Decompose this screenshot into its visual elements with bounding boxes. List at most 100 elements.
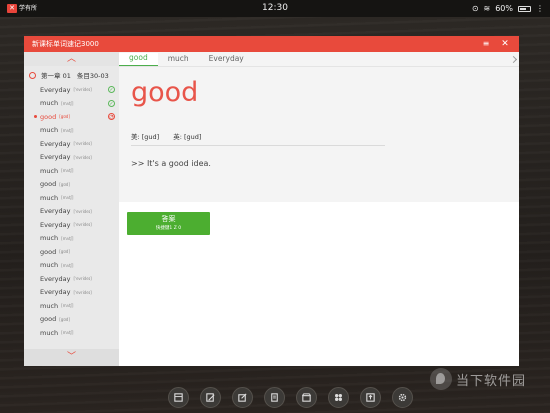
- word-list-item-word: much: [40, 261, 59, 270]
- word-list-item-phonetic: [gʊd]: [59, 181, 70, 187]
- edit-note-icon[interactable]: [200, 387, 221, 408]
- menu-button[interactable]: ≡: [479, 36, 493, 52]
- word-list-item[interactable]: much [mʌtʃ]: [24, 124, 119, 138]
- word-list-item-word: good: [40, 315, 57, 324]
- word-list-item-word: Everyday: [40, 288, 71, 297]
- word-list-item[interactable]: Everyday [ˈevrideɪ]: [24, 151, 119, 165]
- divider: [131, 145, 385, 146]
- word-list-item-phonetic: [ˈevrideɪ]: [73, 208, 92, 214]
- word-list-item-phonetic: [mʌtʃ]: [61, 127, 74, 133]
- word-list-item-phonetic: [ˈevrideɪ]: [73, 222, 92, 228]
- phonetics: 美: [gud] 英: [gud]: [131, 131, 201, 141]
- word-list-item[interactable]: good [gʊd]: [24, 178, 119, 192]
- wifi-icon: ≋: [483, 4, 491, 13]
- system-status-bar: ✕ 学有所 12:30 ⊙ ≋ 60% ⋮: [0, 0, 550, 17]
- tab-good[interactable]: good: [119, 53, 158, 66]
- status-icons: ⊙ ≋ 60% ⋮: [472, 0, 544, 17]
- answer-button[interactable]: 答案 快捷键1 Z 0: [127, 212, 210, 235]
- check-circle-icon: ✓: [108, 99, 115, 107]
- word-list-item-phonetic: [mʌtʃ]: [61, 195, 74, 201]
- answer-shortcut-hint: 快捷键1 Z 0: [155, 226, 182, 231]
- menu-icon[interactable]: ⋮: [536, 0, 544, 17]
- word-list-item-word: much: [40, 193, 59, 202]
- tab-much[interactable]: much: [158, 54, 199, 66]
- example-sentence: >> It's a good idea.: [131, 159, 211, 168]
- title-bar: 新课标单词速记3000 ≡ ✕: [24, 36, 519, 52]
- word-detail-pane: good much Everyday good 美: [gud] 英: [gud] …: [119, 52, 519, 366]
- word-list-item[interactable]: much [mʌtʃ]: [24, 164, 119, 178]
- word-list-item-phonetic: [ˈevrideɪ]: [73, 289, 92, 295]
- battery-icon: [518, 5, 531, 12]
- word-list-item-word: Everyday: [40, 85, 71, 94]
- compose-icon[interactable]: [232, 387, 253, 408]
- upload-icon[interactable]: [360, 387, 381, 408]
- store-icon[interactable]: [296, 387, 317, 408]
- word-list-item-word: much: [40, 126, 59, 135]
- watermark-text: 当下软件园: [456, 373, 527, 389]
- word-list-item-phonetic: [mʌtʃ]: [61, 235, 74, 241]
- word-list-item-word: good: [40, 180, 57, 189]
- word-list-item-word: Everyday: [40, 207, 71, 216]
- chapter-header[interactable]: 第一章 01 条目30-03: [24, 69, 119, 81]
- word-list-item-phonetic: [gʊd]: [59, 114, 70, 120]
- clock: 12:30: [262, 3, 288, 13]
- bottom-dock: [168, 387, 413, 413]
- apps-grid-icon[interactable]: [328, 387, 349, 408]
- word-list-item[interactable]: good [gʊd]: [24, 313, 119, 327]
- word-list-item[interactable]: Everyday [ˈevrideɪ]: [24, 218, 119, 232]
- tab-everyday[interactable]: Everyday: [199, 54, 254, 66]
- word-list-item-word: much: [40, 234, 59, 243]
- word-list-item-word: Everyday: [40, 274, 71, 283]
- word-list-item[interactable]: good [gʊd]: [24, 245, 119, 259]
- word-list-item-phonetic: [mʌtʃ]: [61, 262, 74, 268]
- word-list-item[interactable]: Everyday [ˈevrideɪ]: [24, 286, 119, 300]
- word-list-item[interactable]: much [mʌtʃ]: [24, 259, 119, 273]
- word-list-item-word: good: [40, 247, 57, 256]
- phonetic-uk[interactable]: 英: [gud]: [173, 131, 201, 141]
- word-list-item[interactable]: much [mʌtʃ]: [24, 326, 119, 340]
- pending-circle-icon: ◔: [108, 113, 115, 120]
- word-list-item[interactable]: Everyday [ˈevrideɪ]: [24, 272, 119, 286]
- phonetic-us[interactable]: 美: [gud]: [131, 131, 159, 141]
- word-list-item-phonetic: [ˈevrideɪ]: [73, 141, 92, 147]
- word-list-item[interactable]: much [mʌtʃ]: [24, 232, 119, 246]
- chapter-status-icon: [29, 71, 36, 79]
- word-list-item-word: Everyday: [40, 220, 71, 229]
- word-list-item[interactable]: good [gʊd] ◔: [24, 110, 119, 124]
- battery-percent: 60%: [495, 4, 513, 13]
- headword: good: [131, 77, 199, 108]
- word-list-item[interactable]: Everyday [ˈevrideɪ] ✓: [24, 83, 119, 97]
- word-list-item-word: much: [40, 301, 59, 310]
- word-list-item[interactable]: Everyday [ˈevrideɪ]: [24, 205, 119, 219]
- word-list-item-word: Everyday: [40, 139, 71, 148]
- watermark-logo-icon: [430, 368, 452, 390]
- word-list: Everyday [ˈevrideɪ] ✓ much [mʌtʃ] ✓ good [gʊd] ◔…: [24, 83, 119, 340]
- word-list-item-word: much: [40, 166, 59, 175]
- signal-icon: ⊙: [471, 4, 479, 13]
- check-circle-icon: ✓: [108, 86, 115, 93]
- chapter-range: 条目30-03: [76, 72, 109, 80]
- current-item-dot-icon: [34, 115, 37, 118]
- word-list-item[interactable]: much [mʌtʃ]: [24, 191, 119, 205]
- word-list-item-phonetic: [mʌtʃ]: [61, 168, 74, 174]
- word-list-item[interactable]: much [mʌtʃ]: [24, 299, 119, 313]
- settings-gear-icon[interactable]: [392, 387, 413, 408]
- close-button[interactable]: ✕: [498, 36, 512, 52]
- tabs-corner-icon: [509, 55, 518, 64]
- word-list-item[interactable]: Everyday [ˈevrideɪ]: [24, 137, 119, 151]
- word-list-item-phonetic: [gʊd]: [59, 316, 70, 322]
- chapter-label: 第一章 01: [41, 72, 71, 80]
- word-list-item-word: much: [40, 99, 59, 108]
- word-card: good 美: [gud] 英: [gud] >> It's a good id…: [119, 67, 519, 202]
- scroll-down-button[interactable]: ﹀: [24, 349, 119, 366]
- scroll-up-button[interactable]: ︿: [24, 52, 119, 66]
- word-list-item[interactable]: much [mʌtʃ] ✓: [24, 97, 119, 111]
- word-list-item-phonetic: [mʌtʃ]: [61, 100, 74, 106]
- window-title: 新课标单词速记3000: [32, 40, 99, 48]
- watermark: 当下软件园: [430, 368, 526, 390]
- word-list-item-phonetic: [ˈevrideɪ]: [73, 154, 92, 160]
- word-list-item-word: much: [40, 328, 59, 337]
- book-icon[interactable]: [168, 387, 189, 408]
- notebook-icon[interactable]: [264, 387, 285, 408]
- word-list-sidebar: ︿ 第一章 01 条目30-03 Everyday [ˈevrideɪ] ✓ much…: [24, 52, 119, 366]
